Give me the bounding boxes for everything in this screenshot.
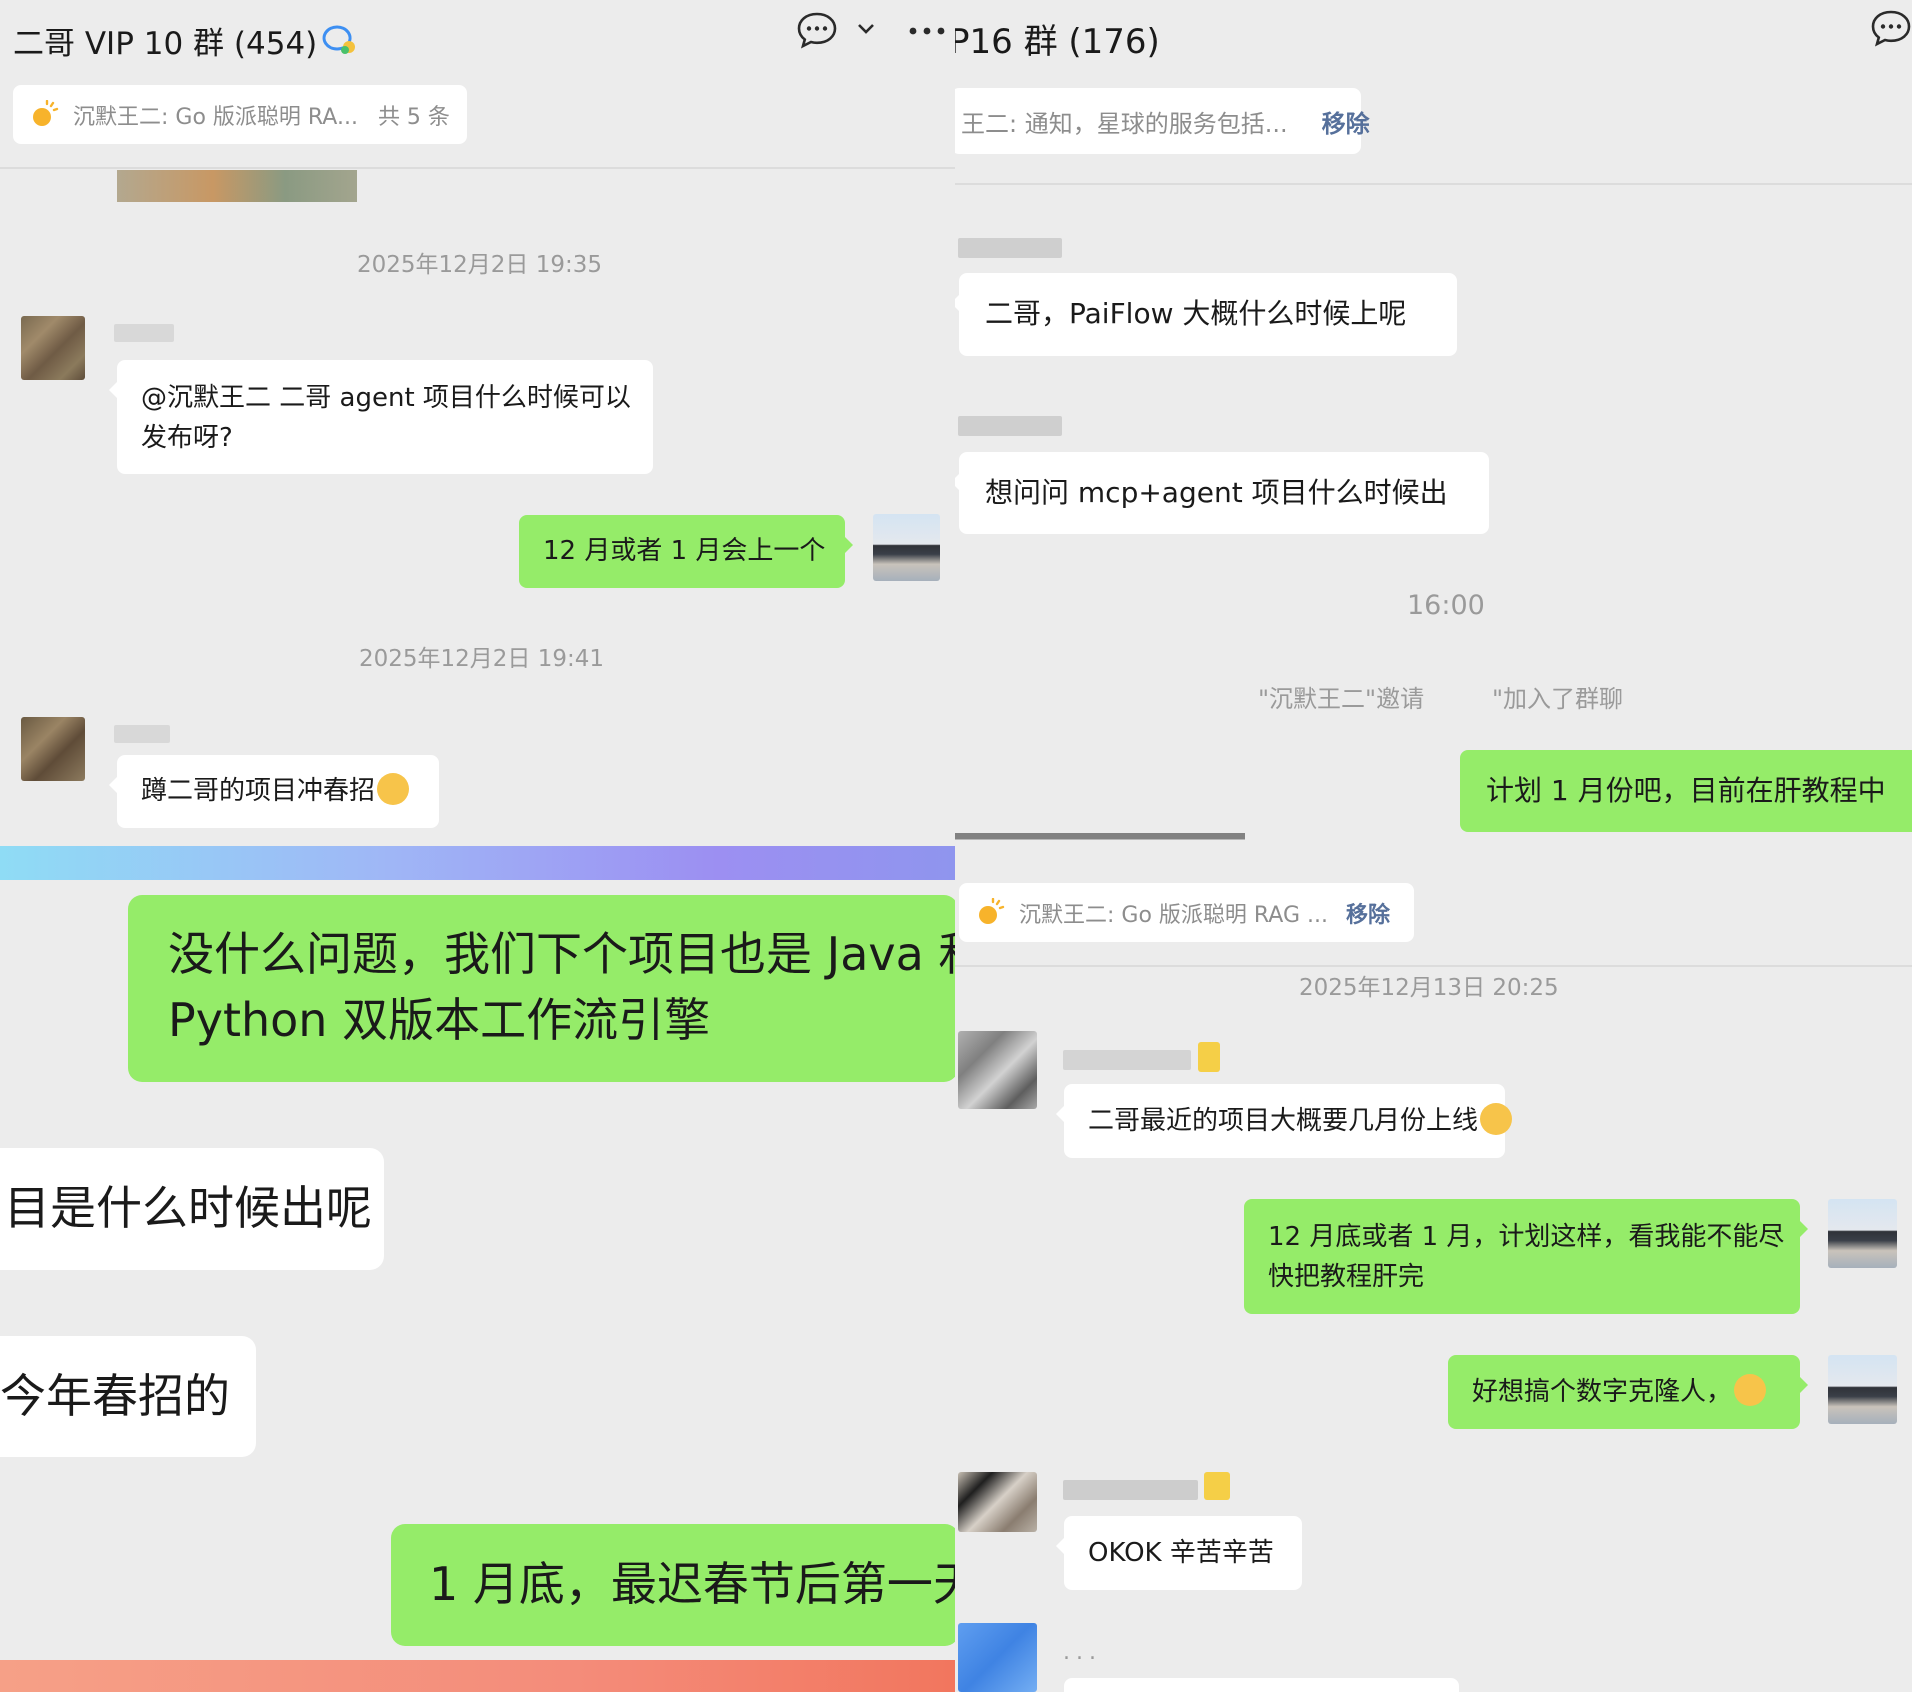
own-avatar[interactable] xyxy=(1828,1355,1897,1424)
emoji-icon xyxy=(377,773,410,805)
message-bubble-large[interactable]: 今年春招的 xyxy=(0,1336,256,1457)
chat-bubble-icon[interactable] xyxy=(796,11,838,49)
message-bubble-large[interactable]: 目是什么时候出呢 xyxy=(0,1148,384,1270)
message-text: 好想搞个数字克隆人， xyxy=(1472,1377,1733,1407)
left-chat-pane: 二哥 VIP 10 群 (454) 沉默王二: Go 版派聪明 RA... 共 … xyxy=(0,0,955,1692)
pinned-message-bar[interactable]: 王二: 通知，星球的服务包括... 移除 xyxy=(955,88,1370,154)
message-bubble[interactable]: 蹲二哥的项目冲春招 xyxy=(109,755,439,828)
message-text: 1 月底，最迟春节后第一天 xyxy=(429,1557,955,1611)
image-message-thumbnail[interactable] xyxy=(117,170,357,202)
member-avatar[interactable] xyxy=(958,1623,1037,1692)
message-bubble[interactable]: 二哥，PaiFlow 大概什么时候上呢 xyxy=(955,273,1457,356)
chat-title: P16 群 (176) xyxy=(955,22,1160,62)
message-bubble[interactable]: @沉默王二 二哥 agent 项目什么时候可以 发布呀? xyxy=(109,360,653,474)
timestamp: 2025年12月13日 20:25 xyxy=(1299,975,1559,1001)
time-separator: 16:00 xyxy=(1407,590,1485,621)
message-text: 蹲二哥的项目冲春招 xyxy=(141,776,376,806)
message-text: 二哥，PaiFlow 大概什么时候上呢 xyxy=(985,297,1407,330)
chat-title: 二哥 VIP 10 群 (454) xyxy=(13,26,318,62)
member-name-blurred xyxy=(114,324,174,342)
system-invite-text: "沉默王二"邀请 xyxy=(1258,685,1425,713)
pinned-message-text: 沉默王二: Go 版派聪明 RAG ... xyxy=(1019,902,1328,928)
own-message-bubble[interactable]: 好想搞个数字克隆人， xyxy=(1448,1355,1808,1429)
color-band-bottom xyxy=(0,1660,955,1692)
member-name-blurred xyxy=(114,725,170,743)
pinned-message-bar[interactable]: 沉默王二: Go 版派聪明 RA... 共 5 条 xyxy=(13,85,467,144)
member-badge-icon xyxy=(1198,1042,1220,1072)
own-message-bubble[interactable]: 12 月或者 1 月会上一个 xyxy=(519,515,853,588)
pinned-divider xyxy=(0,167,955,169)
message-text: 12 月或者 1 月会上一个 xyxy=(543,536,826,566)
message-text-line: Python 双版本工作流引擎 xyxy=(168,993,711,1047)
overlapping-title-fragment xyxy=(955,833,1245,849)
member-avatar[interactable] xyxy=(958,1031,1037,1109)
message-bubble[interactable]: OKOK 辛苦辛苦 xyxy=(1056,1516,1302,1590)
member-name-blurred xyxy=(958,238,1062,258)
member-name-blurred xyxy=(958,416,1062,436)
system-joined-text: "加入了群聊 xyxy=(1492,685,1624,713)
remove-pin-button[interactable]: 移除 xyxy=(1346,897,1390,929)
message-bubble[interactable]: 二哥最近的项目大概要几月份上线 xyxy=(1056,1084,1513,1158)
own-avatar[interactable] xyxy=(1828,1199,1897,1268)
chevron-down-icon[interactable] xyxy=(856,22,876,36)
chat-bubble-icon[interactable] xyxy=(1870,9,1912,47)
timestamp: 2025年12月2日 19:35 xyxy=(357,252,603,278)
message-text: 计划 1 月份吧，目前在肝教程中 xyxy=(1486,774,1886,807)
pinned-message-text: 沉默王二: Go 版派聪明 RA... xyxy=(73,104,358,130)
pinned-message-bar[interactable]: 沉默王二: Go 版派聪明 RAG ... 移除 xyxy=(959,883,1414,942)
message-text: OKOK 辛苦辛苦 xyxy=(1088,1538,1274,1568)
member-avatar[interactable] xyxy=(21,316,85,380)
member-name-blurred: ... xyxy=(1063,1640,1102,1665)
more-options-icon[interactable] xyxy=(908,26,948,36)
emoji-icon xyxy=(1734,1374,1767,1406)
message-bubble[interactable]: 想问问 mcp+agent 项目什么时候出 xyxy=(955,452,1489,534)
emoji-icon xyxy=(1480,1103,1513,1135)
group-badge-icon xyxy=(322,25,355,54)
message-text: 想问问 mcp+agent 项目什么时候出 xyxy=(985,476,1448,509)
own-message-bubble[interactable]: 计划 1 月份吧，目前在肝教程中 xyxy=(1460,750,1912,832)
remove-pin-button[interactable]: 移除 xyxy=(1322,104,1370,139)
member-name-blurred xyxy=(1063,1050,1191,1070)
message-text: 目是什么时候出呢 xyxy=(4,1181,372,1235)
member-name-blurred xyxy=(1063,1480,1198,1500)
right-chat-pane: P16 群 (176) 王二: 通知，星球的服务包括... 移除 二哥，PaiF… xyxy=(955,0,1912,1692)
own-message-bubble[interactable]: 12 月底或者 1 月，计划这样，看我能不能尽 快把教程肝完 xyxy=(1244,1199,1808,1314)
color-band-top xyxy=(0,846,955,880)
pinned-sun-icon xyxy=(979,897,1005,924)
own-message-bubble-large[interactable]: 没什么问题，我们下个项目也是 Java 和 Python 双版本工作流引擎 xyxy=(128,895,955,1082)
own-avatar[interactable] xyxy=(873,514,940,581)
member-avatar[interactable] xyxy=(958,1472,1037,1532)
pinned-message-count: 共 5 条 xyxy=(377,104,450,130)
pinned-divider xyxy=(955,965,1912,967)
message-bubble-partial[interactable] xyxy=(1064,1678,1459,1692)
message-text: 今年春招的 xyxy=(0,1369,230,1423)
message-text-line: 12 月底或者 1 月，计划这样，看我能不能尽 xyxy=(1268,1222,1785,1252)
member-badge-icon xyxy=(1204,1472,1230,1500)
message-text: 二哥最近的项目大概要几月份上线 xyxy=(1088,1106,1479,1136)
message-text-line: @沉默王二 二哥 agent 项目什么时候可以 xyxy=(141,383,631,413)
pinned-divider xyxy=(955,183,1912,185)
message-text-line: 发布呀? xyxy=(141,423,233,453)
message-text-line: 没什么问题，我们下个项目也是 Java 和 xyxy=(168,927,955,981)
own-message-bubble-large[interactable]: 1 月底，最迟春节后第一天 xyxy=(391,1524,955,1646)
timestamp: 2025年12月2日 19:41 xyxy=(359,646,605,672)
message-text-line: 快把教程肝完 xyxy=(1268,1262,1425,1292)
member-avatar[interactable] xyxy=(21,717,85,781)
pinned-sun-icon xyxy=(33,99,59,126)
pinned-message-text: 王二: 通知，星球的服务包括... xyxy=(961,109,1288,138)
